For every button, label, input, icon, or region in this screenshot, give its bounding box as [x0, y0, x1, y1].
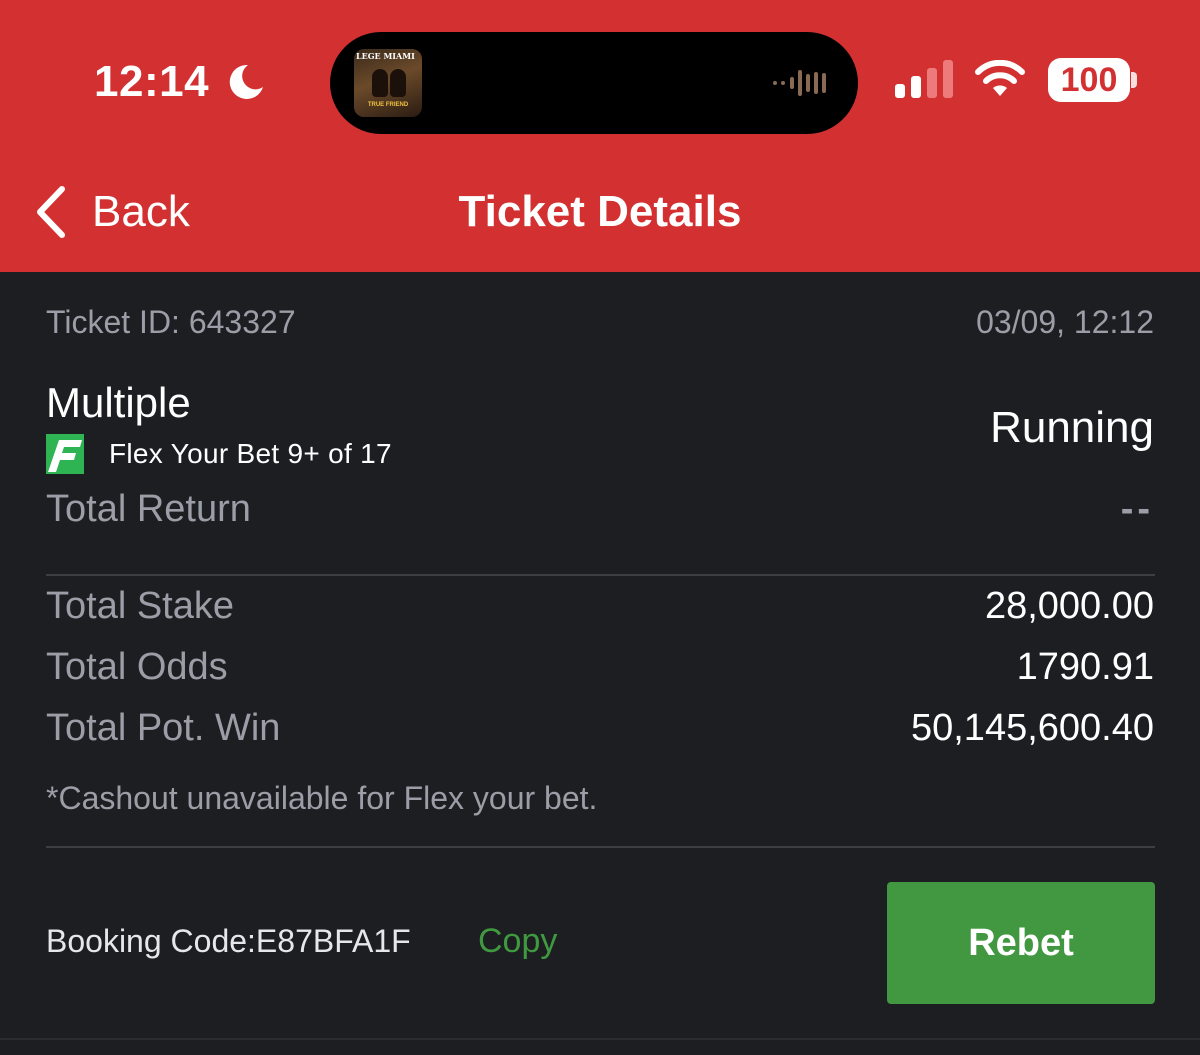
page-title: Ticket Details: [458, 187, 742, 236]
flex-logo-icon: [46, 434, 84, 474]
rebet-button[interactable]: Rebet: [887, 882, 1155, 1004]
total-pot-win-value: 50,145,600.40: [910, 707, 1154, 749]
status-time: 12:14: [94, 57, 210, 106]
battery-icon: 100: [1048, 58, 1130, 102]
ticket-status: Running: [990, 403, 1154, 452]
total-stake-value: 28,000.00: [984, 585, 1154, 627]
copy-button[interactable]: Copy: [478, 921, 557, 961]
total-return-label: Total Return: [46, 488, 251, 530]
total-stake-label: Total Stake: [46, 585, 234, 627]
album-art: LEGE MIAMI TRUE FRIEND: [354, 49, 422, 117]
divider: [46, 574, 1155, 576]
total-pot-win-label: Total Pot. Win: [46, 707, 281, 749]
album-figure: [372, 69, 388, 97]
album-title: LEGE MIAMI: [356, 51, 415, 61]
signal-icon: [895, 60, 953, 98]
wifi-icon: [975, 60, 1025, 96]
flex-bet-label: Flex Your Bet 9+ of 17: [109, 438, 392, 469]
album-subtitle: TRUE FRIEND: [367, 102, 409, 108]
total-odds-value: 1790.91: [1016, 646, 1154, 688]
total-odds-label: Total Odds: [46, 646, 228, 688]
header-bar: 12:14 LEGE MIAMI TRUE FRIEND 100 Back Ti…: [0, 0, 1200, 272]
cashout-note: *Cashout unavailable for Flex your bet.: [46, 780, 598, 816]
ticket-id: Ticket ID: 643327: [46, 304, 296, 340]
moon-icon: [229, 64, 263, 99]
total-return-value: --: [1120, 488, 1154, 530]
bet-type: Multiple: [46, 379, 191, 426]
divider: [46, 846, 1155, 848]
waveform-icon: [773, 70, 826, 96]
album-figure: [390, 69, 406, 97]
ticket-date: 03/09, 12:12: [976, 304, 1154, 340]
dynamic-island[interactable]: LEGE MIAMI TRUE FRIEND: [330, 32, 858, 134]
booking-code: Booking Code:E87BFA1F: [46, 923, 411, 959]
bottom-divider: [0, 1038, 1200, 1040]
battery-tip: [1131, 72, 1137, 88]
